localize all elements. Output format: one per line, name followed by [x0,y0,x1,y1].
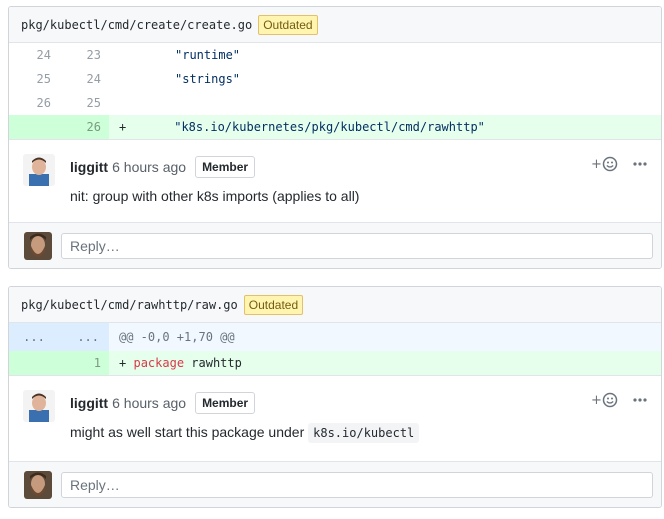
comment-text: might as well start this package under k… [70,422,647,443]
comment-timestamp[interactable]: 6 hours ago [112,395,186,411]
inline-code: k8s.io/kubectl [308,423,420,443]
member-badge: Member [195,156,256,178]
code-string: "runtime" [175,48,241,62]
code-string: "strings" [175,72,241,86]
comment-author[interactable]: liggitt [70,395,108,411]
diff-line: 26 25 [9,91,661,115]
diff-line: 24 23 "runtime" [9,43,661,67]
code-identifier: rawhttp [191,356,242,370]
avatar [24,470,52,499]
reply-input[interactable] [61,232,653,259]
review-comment: liggitt 6 hours ago Member nit: group wi… [9,140,661,206]
old-line-number[interactable]: 25 [9,67,59,91]
smiley-add-icon[interactable]: + [591,392,619,411]
diff-line-addition: 26 + "k8s.io/kubernetes/pkg/kubectl/cmd/r… [9,115,661,139]
code-string: "k8s.io/kubernetes/pkg/kubectl/cmd/rawht… [174,120,485,134]
old-line-number[interactable]: 26 [9,91,59,115]
member-badge: Member [195,392,256,414]
review-comment: liggitt 6 hours ago Member might as well… [9,376,661,443]
outdated-label: Outdated [258,14,318,35]
diff-line-addition: 1 + package rawhttp [9,351,661,375]
svg-text:+: + [591,393,602,408]
avatar[interactable] [23,154,55,186]
kebab-horizontal-icon[interactable] [633,392,647,411]
old-line-number[interactable] [9,115,59,139]
comment-text: nit: group with other k8s imports (appli… [70,188,360,204]
comment-text-body: might as well start this package under [70,424,305,440]
file-header: pkg/kubectl/cmd/rawhttp/raw.go Outdated [9,287,661,323]
reply-bar [9,222,661,268]
kebab-horizontal-icon[interactable] [633,156,647,175]
addition-marker: + [119,356,127,370]
smiley-add-icon[interactable]: + [591,156,619,175]
comment-timestamp[interactable]: 6 hours ago [112,159,186,175]
expand-down-button[interactable]: ... [59,323,109,351]
new-line-number[interactable]: 25 [59,91,109,115]
file-header: pkg/kubectl/cmd/create/create.go Outdate… [9,7,661,43]
outdated-label: Outdated [243,294,304,315]
avatar[interactable] [23,390,55,422]
reply-input[interactable] [61,471,653,498]
old-line-number[interactable] [9,351,59,375]
new-line-number[interactable]: 1 [59,351,109,375]
review-thread-raw-go: pkg/kubectl/cmd/rawhttp/raw.go Outdated … [8,286,662,508]
code-keyword: package [133,356,185,370]
old-line-number[interactable]: 24 [9,43,59,67]
expand-up-button[interactable]: ... [9,323,59,351]
svg-text:+: + [591,157,602,172]
diff-line: 25 24 "strings" [9,67,661,91]
review-thread-create-go: pkg/kubectl/cmd/create/create.go Outdate… [8,6,662,269]
hunk-text: @@ -0,0 +1,70 @@ [119,330,235,344]
comment-author[interactable]: liggitt [70,159,108,175]
new-line-number[interactable]: 24 [59,67,109,91]
avatar [24,231,52,260]
diff-hunk-header: ... ... @@ -0,0 +1,70 @@ [9,323,661,351]
addition-marker: + [119,120,127,134]
file-path-link[interactable]: pkg/kubectl/cmd/rawhttp/raw.go [21,298,238,312]
file-path-link[interactable]: pkg/kubectl/cmd/create/create.go [21,18,252,32]
new-line-number[interactable]: 26 [59,115,109,139]
reply-bar [9,461,661,507]
new-line-number[interactable]: 23 [59,43,109,67]
